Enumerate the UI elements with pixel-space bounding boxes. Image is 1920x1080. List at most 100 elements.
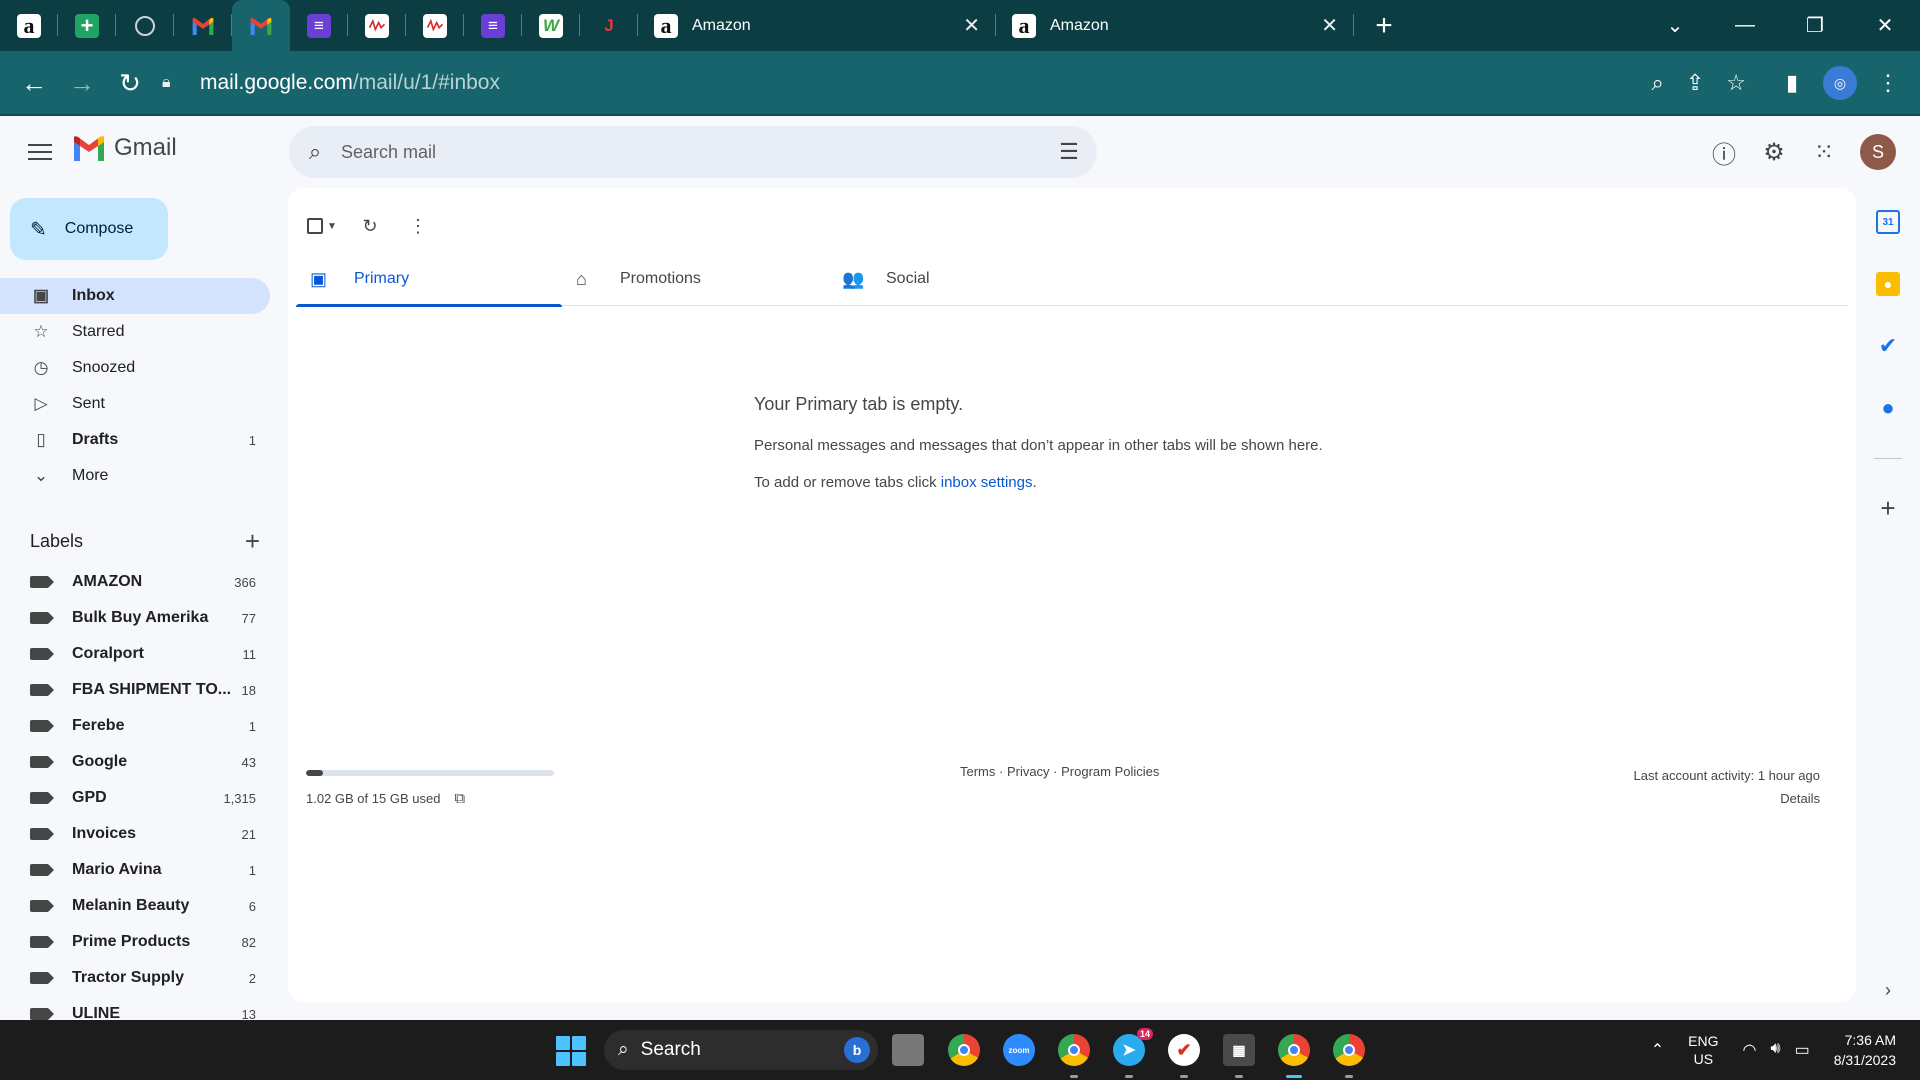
chrome-icon[interactable]	[948, 1034, 980, 1066]
bookmark-star-icon[interactable]: ☆	[1726, 70, 1746, 96]
zoom-icon[interactable]: zoom	[1003, 1034, 1035, 1066]
label-item[interactable]: FBA SHIPMENT TO... 18	[0, 672, 270, 708]
tab-promotions[interactable]: ⌂ Promotions	[562, 252, 828, 306]
calendar-icon[interactable]: 31	[1876, 210, 1900, 234]
sidebar: ✎ Compose ▣ Inbox ☆ Starred ◷ Snoozed ▷ Sent ▯ Dr…	[0, 188, 280, 1022]
more-options-icon[interactable]: ⋮	[398, 206, 438, 246]
profile-avatar: ◎	[1823, 66, 1857, 100]
pinned-tab[interactable]	[116, 0, 174, 51]
pinned-tab[interactable]	[174, 0, 232, 51]
chrome-profile-2-icon[interactable]	[1333, 1034, 1365, 1078]
tab-label: Promotions	[620, 270, 701, 287]
label-item[interactable]: Google 43	[0, 744, 270, 780]
back-button[interactable]: ←	[10, 59, 58, 107]
taskbar-search[interactable]: ⌕ Search b	[604, 1030, 878, 1070]
label-item[interactable]: Invoices 21	[0, 816, 270, 852]
pinned-tab[interactable]: W	[522, 0, 580, 51]
label-item[interactable]: Mario Avina 1	[0, 852, 270, 888]
chrome-active-icon[interactable]	[1278, 1034, 1310, 1078]
lock-icon[interactable]: 🔒︎	[162, 74, 186, 92]
system-status[interactable]: ◠ 🔊︎ ▭	[1743, 1040, 1810, 1060]
caret-down-icon[interactable]: ▼	[327, 221, 337, 232]
open-storage-icon[interactable]: ⧉	[454, 790, 465, 807]
pinned-tab[interactable]: ≡	[290, 0, 348, 51]
sidebar-item-sent[interactable]: ▷ Sent	[0, 386, 270, 422]
minimize-button[interactable]: —	[1710, 0, 1780, 51]
todo-app-icon[interactable]: ✔	[1168, 1034, 1200, 1078]
windows-start-icon[interactable]	[556, 1036, 586, 1066]
side-panel-icon[interactable]: ▮	[1768, 59, 1816, 107]
tray-overflow-icon[interactable]: ⌃	[1651, 1040, 1664, 1060]
close-tab-icon[interactable]: ✕	[963, 13, 980, 38]
sidebar-item-inbox[interactable]: ▣ Inbox	[0, 278, 270, 314]
settings-gear-icon[interactable]: ⚙	[1750, 128, 1798, 176]
label-name: Ferebe	[72, 717, 125, 734]
label-count: 6	[248, 898, 256, 914]
get-addons-icon[interactable]: +	[1876, 493, 1900, 523]
compose-button[interactable]: ✎ Compose	[10, 198, 168, 260]
inbox-settings-link[interactable]: inbox settings	[941, 474, 1033, 491]
main-menu-button[interactable]	[22, 136, 58, 168]
close-window-button[interactable]: ✕	[1850, 0, 1920, 51]
label-item[interactable]: Prime Products 82	[0, 924, 270, 960]
search-icon[interactable]: ⌕	[289, 139, 341, 165]
label-item[interactable]: Coralport 11	[0, 636, 270, 672]
telegram-icon[interactable]: ➤ 14	[1113, 1028, 1153, 1078]
share-icon[interactable]: ⇪	[1686, 70, 1704, 96]
label-item[interactable]: Ferebe 1	[0, 708, 270, 744]
create-label-button[interactable]: +	[245, 526, 260, 557]
show-side-panel-icon[interactable]: ›	[1876, 978, 1900, 1002]
sidebar-item-snoozed[interactable]: ◷ Snoozed	[0, 350, 270, 386]
bing-icon[interactable]: b	[844, 1037, 870, 1063]
close-tab-icon[interactable]: ✕	[1321, 13, 1338, 38]
search-input[interactable]	[341, 141, 1041, 163]
google-apps-icon[interactable]: ⁙	[1800, 128, 1848, 176]
chrome-profile-icon[interactable]	[1058, 1034, 1090, 1078]
reload-button[interactable]: ↻	[106, 59, 154, 107]
language-indicator[interactable]: ENG US	[1688, 1032, 1718, 1068]
label-item[interactable]: AMAZON 366	[0, 564, 270, 600]
keep-icon[interactable]: ●	[1876, 272, 1900, 296]
pinned-tab[interactable]: +	[58, 0, 116, 51]
footer-links[interactable]: Terms · Privacy · Program Policies	[960, 764, 1159, 779]
tasks-icon[interactable]: ✔	[1876, 333, 1900, 358]
details-link[interactable]: Details	[1634, 787, 1820, 810]
label-item[interactable]: Bulk Buy Amerika 77	[0, 600, 270, 636]
browser-menu-icon[interactable]: ⋮	[1864, 59, 1912, 107]
sidebar-item-starred[interactable]: ☆ Starred	[0, 314, 270, 350]
pinned-tab[interactable]: ≡	[464, 0, 522, 51]
sidebar-item-more[interactable]: ⌄ More	[0, 458, 270, 494]
contacts-icon[interactable]: ●	[1876, 395, 1900, 420]
zoom-icon[interactable]: ⌕	[1652, 70, 1664, 96]
tab-social[interactable]: 👥 Social	[828, 252, 1094, 306]
main-panel: ▼ ↻ ⋮ ▣ Primary ⌂ Promotions 👥 Social Your Pr…	[288, 188, 1856, 1002]
label-item[interactable]: Melanin Beauty 6	[0, 888, 270, 924]
calculator-icon[interactable]: ▦	[1223, 1034, 1255, 1078]
profile-button[interactable]: ◎	[1816, 59, 1864, 107]
pinned-tab[interactable]	[406, 0, 464, 51]
restore-button[interactable]: ❐	[1780, 0, 1850, 51]
label-item[interactable]: Tractor Supply 2	[0, 960, 270, 996]
pinned-tab[interactable]: J	[580, 0, 638, 51]
help-icon[interactable]: ⓘ	[1700, 128, 1748, 176]
account-avatar[interactable]: S	[1860, 134, 1896, 170]
pinned-tab[interactable]	[232, 0, 290, 51]
gmail-logo[interactable]: Gmail	[72, 134, 177, 162]
sidebar-item-drafts[interactable]: ▯ Drafts 1	[0, 422, 270, 458]
pinned-tab[interactable]: a	[0, 0, 58, 51]
browser-tab-amazon-2[interactable]: a Amazon ✕	[996, 0, 1354, 51]
pinned-tab[interactable]	[348, 0, 406, 51]
last-activity: Last account activity: 1 hour ago Detail…	[1634, 764, 1820, 810]
forward-button[interactable]: →	[58, 59, 106, 107]
tab-primary[interactable]: ▣ Primary	[296, 252, 562, 307]
label-item[interactable]: GPD 1,315	[0, 780, 270, 816]
new-tab-button[interactable]: +	[1354, 0, 1414, 51]
address-bar[interactable]: 🔒︎ mail.google.com/mail/u/1/#inbox ⌕ ⇪ ☆	[162, 59, 1756, 107]
select-all-checkbox[interactable]: ▼	[302, 206, 342, 246]
search-options-icon[interactable]: ☰	[1041, 139, 1097, 165]
tab-search-icon[interactable]: ⌄	[1640, 0, 1710, 51]
clock[interactable]: 7:36 AM 8/31/2023	[1834, 1030, 1896, 1070]
refresh-icon[interactable]: ↻	[350, 206, 390, 246]
browser-tab-amazon-1[interactable]: a Amazon ✕	[638, 0, 996, 51]
task-view-icon[interactable]	[892, 1034, 924, 1066]
